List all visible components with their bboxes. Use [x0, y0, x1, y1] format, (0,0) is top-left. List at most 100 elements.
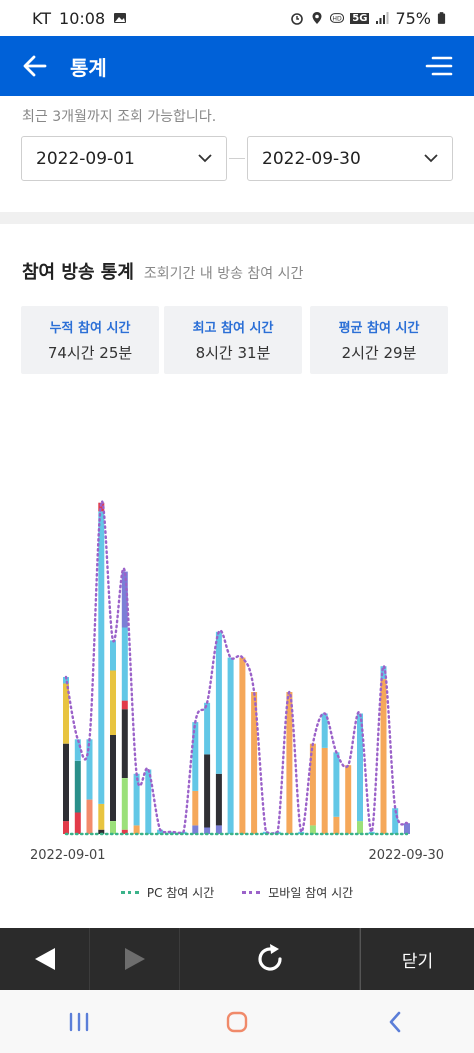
participation-chart: 2022-09-01 2022-09-30 [0, 390, 474, 920]
mobile-series-line [64, 500, 409, 835]
date-from-select[interactable]: 2022-09-01 [21, 136, 227, 181]
period-notice: 최근 3개월까지 조회 가능합니다. [22, 109, 217, 125]
prev-page-button[interactable] [0, 928, 90, 990]
svg-text:HD: HD [333, 16, 343, 23]
carrier-label: KT [32, 8, 52, 28]
summary-title: 참여 방송 통계 [22, 262, 134, 283]
location-icon [312, 12, 322, 24]
bar-segment-day-5-2 [110, 735, 116, 821]
browser-toolbar: 닫기 [0, 928, 474, 990]
bar-segment-day-25-1 [345, 765, 352, 834]
legend-label-mobile: 모바일 참여 시간 [268, 886, 354, 900]
system-nav-bar [0, 990, 474, 1053]
date-range-dash [229, 158, 245, 159]
section-divider [0, 212, 474, 224]
legend-mobile[interactable]: 모바일 참여 시간 [242, 884, 353, 901]
bar-segment-day-12-1 [192, 825, 199, 834]
menu-button[interactable] [404, 36, 474, 96]
x-tick-start: 2022-09-01 [30, 848, 106, 863]
home-icon [226, 1011, 248, 1032]
chart-canvas: 2022-09-01 2022-09-30 [30, 500, 444, 863]
bar-segment-day-5-3 [110, 670, 116, 735]
stat-card-total: 누적 참여 시간 74시간 25분 [21, 306, 159, 374]
recent-apps-icon [69, 1012, 89, 1031]
bar-segment-day-2-2 [74, 760, 81, 813]
bar-segment-day-16-1 [239, 657, 246, 834]
bar-segment-day-7-2 [133, 773, 140, 826]
date-to-select[interactable]: 2022-09-30 [247, 136, 453, 181]
bar-segment-day-24-2 [333, 752, 340, 817]
hd-icon: HD [330, 13, 345, 23]
battery-icon [437, 12, 446, 24]
legend-pc[interactable]: PC 참여 시간 [120, 884, 215, 901]
bar-segment-day-22-2 [309, 743, 316, 826]
bar-segment-day-12-2 [192, 791, 199, 826]
recent-apps-button[interactable] [49, 1002, 109, 1042]
bar-segment-day-3-1 [86, 799, 93, 834]
menu-icon [425, 56, 453, 76]
gallery-icon [114, 13, 127, 23]
bar-segment-day-6-5 [121, 627, 128, 701]
bar-segment-day-4-2 [98, 803, 105, 830]
time-label: 10:08 [59, 8, 106, 28]
home-button[interactable] [207, 1002, 267, 1042]
bar-segment-day-2-1 [74, 812, 81, 834]
system-back-button[interactable] [365, 1002, 425, 1042]
x-tick-end: 2022-09-30 [368, 848, 444, 863]
bar-segment-day-26-1 [357, 821, 363, 834]
alarm-icon [291, 13, 304, 25]
summary-subtitle: 조회기간 내 방송 참여 시간 [143, 266, 304, 282]
signal-icon [376, 12, 389, 24]
close-button[interactable]: 닫기 [360, 928, 474, 990]
bar-segment-day-1-2 [63, 743, 69, 822]
bar-segment-day-22-1 [309, 825, 316, 834]
reload-button[interactable] [180, 928, 360, 990]
date-to-value: 2022-09-30 [262, 148, 361, 169]
bar-segment-day-6-4 [121, 700, 128, 710]
arrow-left-icon [23, 55, 47, 77]
chevron-down-icon [198, 154, 212, 163]
triangle-right-icon [124, 948, 145, 970]
bar-segment-day-14-3 [215, 631, 222, 774]
legend-swatch-pc [120, 891, 139, 894]
page-title: 통계 [70, 55, 107, 80]
next-page-button[interactable] [90, 928, 180, 990]
bar-segment-day-30-1 [404, 823, 410, 834]
bar-segment-day-14-2 [215, 773, 222, 826]
chevron-down-icon [424, 154, 438, 163]
bar-segment-day-6-3 [121, 709, 128, 778]
bar-segment-day-24-1 [333, 816, 340, 834]
triangle-left-icon [34, 948, 55, 970]
bar-segment-day-13-2 [204, 754, 211, 828]
summary-header: 참여 방송 통계 조회기간 내 방송 참여 시간 [22, 258, 303, 284]
bar-segment-day-23-1 [321, 748, 328, 834]
stat-card-average: 평균 참여 시간 2시간 29분 [310, 306, 448, 374]
battery-label: 75% [395, 8, 431, 28]
bar-segment-day-28-1 [380, 679, 387, 834]
stat-card-max: 최고 참여 시간 8시간 31분 [164, 306, 302, 374]
chart-legend: PC 참여 시간 모바일 참여 시간 [0, 884, 474, 901]
bar-segment-day-7-1 [133, 825, 140, 834]
bar-segment-day-1-1 [63, 821, 69, 834]
bar-segment-day-15-1 [227, 657, 234, 834]
stat-value: 8시간 31분 [195, 344, 271, 362]
network-label: 5G [350, 12, 370, 24]
app-bar: 통계 [0, 36, 474, 96]
bar-segment-day-5-1 [110, 821, 116, 834]
chevron-left-icon [389, 1011, 401, 1032]
status-bar: KT 10:08 HD 5G 75% [0, 0, 474, 36]
date-from-value: 2022-09-01 [36, 148, 135, 169]
legend-swatch-mobile [242, 891, 261, 894]
bar-segment-day-5-4 [110, 640, 116, 671]
legend-label-pc: PC 참여 시간 [146, 886, 215, 900]
stat-value: 74시간 25분 [47, 344, 133, 362]
bar-segment-day-4-3 [98, 511, 105, 804]
refresh-icon [257, 944, 282, 971]
bar-segment-day-14-1 [215, 825, 222, 834]
stat-label: 최고 참여 시간 [192, 321, 274, 336]
back-button[interactable] [0, 36, 70, 96]
bar-segment-day-13-3 [204, 702, 211, 755]
stat-value: 2시간 29분 [341, 344, 417, 362]
stat-label: 평균 참여 시간 [338, 321, 420, 336]
stat-label: 누적 참여 시간 [49, 321, 131, 336]
